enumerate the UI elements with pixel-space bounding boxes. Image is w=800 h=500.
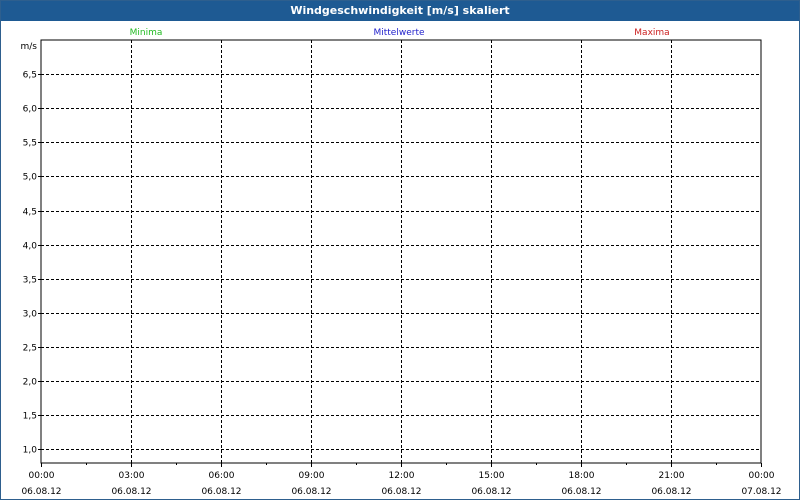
legend-entry-minima: Minima bbox=[130, 28, 163, 38]
x-tick-label-date: 06.08.12 bbox=[471, 487, 511, 497]
chart-plot: 1,0 1,5 2,0 2,5 3,0 3,5 4,0 4,5 5,0 5,5 6,0 6,5 m/s 0… bbox=[21, 28, 782, 497]
y-tick-label: 1,5 bbox=[23, 412, 37, 422]
x-tick-label-time: 21:00 bbox=[659, 471, 685, 481]
y-tick-label: 5,0 bbox=[23, 173, 38, 183]
y-tick-label: 3,5 bbox=[23, 276, 37, 286]
y-tick-label: 1,0 bbox=[23, 446, 38, 456]
y-tick-label: 6,5 bbox=[23, 71, 37, 81]
y-tick-label: 5,5 bbox=[23, 139, 37, 149]
y-tick-label: 4,5 bbox=[23, 208, 37, 218]
y-tick-label: 2,0 bbox=[23, 378, 38, 388]
x-tick-label-time: 00:00 bbox=[749, 471, 775, 481]
x-tick-label-date: 07.08.12 bbox=[741, 487, 781, 497]
x-tick-label-time: 15:00 bbox=[479, 471, 505, 481]
y-axis-label: m/s bbox=[21, 42, 38, 52]
chart-window: Windgeschwindigkeit [m/s] skaliert 1,0 1,… bbox=[0, 0, 800, 500]
legend-entry-maxima: Maxima bbox=[634, 28, 669, 38]
x-tick-label-time: 03:00 bbox=[119, 471, 145, 481]
legend-entry-mittelwerte: Mittelwerte bbox=[373, 28, 424, 38]
y-tick-label: 4,0 bbox=[23, 242, 38, 252]
x-tick-label-date: 06.08.12 bbox=[291, 487, 331, 497]
x-tick-label-date: 06.08.12 bbox=[381, 487, 421, 497]
x-tick-label-time: 06:00 bbox=[209, 471, 235, 481]
x-tick-label-time: 18:00 bbox=[569, 471, 595, 481]
y-tick-label: 6,0 bbox=[23, 105, 38, 115]
x-tick-label-date: 06.08.12 bbox=[201, 487, 241, 497]
y-tick-label: 3,0 bbox=[23, 310, 38, 320]
x-tick-label-time: 12:00 bbox=[389, 471, 415, 481]
x-tick-label-date: 06.08.12 bbox=[561, 487, 601, 497]
x-tick-label-date: 06.08.12 bbox=[111, 487, 151, 497]
x-tick-label-date: 06.08.12 bbox=[21, 487, 61, 497]
x-tick-label-date: 06.08.12 bbox=[651, 487, 691, 497]
y-tick-label: 2,5 bbox=[23, 344, 37, 354]
x-tick-label-time: 00:00 bbox=[29, 471, 55, 481]
x-tick-label-time: 09:00 bbox=[299, 471, 325, 481]
